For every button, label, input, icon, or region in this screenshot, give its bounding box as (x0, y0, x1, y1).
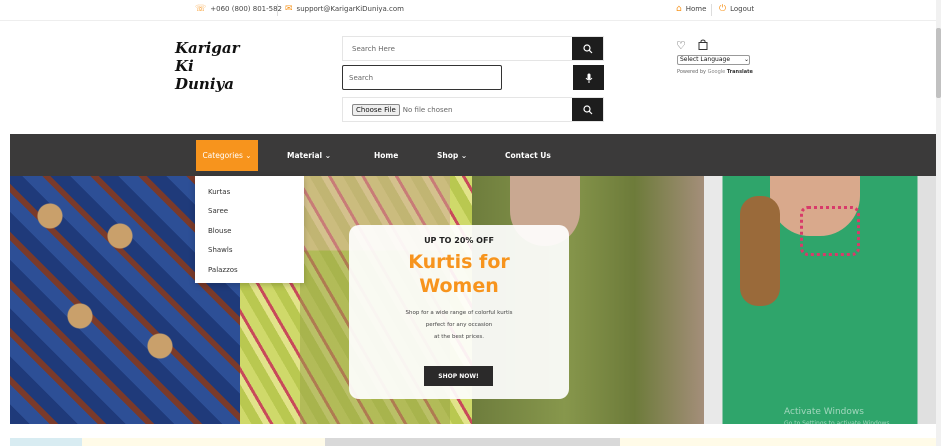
chevron-down-icon: ⌄ (460, 150, 468, 160)
image-search-button[interactable] (572, 98, 603, 121)
logout-link[interactable]: ⏻ Logout (719, 4, 754, 14)
hero-image-detail (740, 196, 780, 306)
hero-carousel[interactable]: UP TO 20% OFF Kurtis for Women Shop for … (10, 176, 936, 424)
dropdown-item-palazzos[interactable]: Palazzos (195, 260, 304, 280)
chevron-down-icon: ⌄ (245, 151, 252, 160)
choose-file-button[interactable]: Choose File (352, 103, 400, 116)
shop-now-button[interactable]: SHOP NOW! (424, 366, 493, 386)
next-section-card (325, 438, 620, 446)
voice-search-button[interactable] (573, 65, 604, 90)
search-input[interactable]: Search Here (343, 37, 572, 60)
email-address[interactable]: support@KarigarKiDuniya.com (297, 5, 404, 13)
headset-icon: ☏ (195, 4, 207, 14)
promo-desc-line: perfect for any occasion (425, 322, 493, 328)
dropdown-item-blouse[interactable]: Blouse (195, 221, 304, 241)
promo-title: Kurtis for Women (349, 250, 569, 298)
top-home-link[interactable]: ⌂ Home (676, 4, 706, 14)
watermark-line: Go to Settings to activate Windows. (784, 420, 892, 427)
nav-material[interactable]: Material ⌄ (287, 134, 331, 176)
home-icon: ⌂ (676, 4, 682, 14)
top-bar: ☏ +060 (800) 801-582 ✉ support@KarigarKi… (0, 0, 936, 21)
nav-categories[interactable]: Categories ⌄ (196, 140, 258, 171)
windows-activation-watermark: Activate Windows Go to Settings to activ… (784, 407, 891, 429)
text-search-bar: Search Here (342, 36, 604, 61)
email-contact[interactable]: ✉ support@KarigarKiDuniya.com (285, 4, 404, 14)
phone-number: +060 (800) 801-582 (210, 5, 283, 13)
promo-description: Shop for a wide range of colorful kurtis… (349, 307, 569, 343)
power-icon: ⏻ (719, 4, 727, 14)
chevron-down-icon: ⌄ (743, 56, 749, 63)
hero-image-detail (800, 206, 860, 256)
language-select-label: Select Language (680, 56, 731, 63)
scrollbar-thumb[interactable] (936, 28, 941, 98)
dropdown-item-kurtas[interactable]: Kurtas (195, 182, 304, 202)
voice-search-input[interactable]: Search (342, 65, 502, 90)
language-select[interactable]: Select Language ⌄ (677, 55, 750, 65)
file-status: No file chosen (402, 105, 453, 114)
promo-banner: UP TO 20% OFF Kurtis for Women Shop for … (349, 225, 569, 399)
nav-contact[interactable]: Contact Us (505, 134, 551, 176)
nav-shop[interactable]: Shop ⌄ (437, 134, 467, 176)
powered-by-text: Powered by (677, 69, 706, 75)
nav-categories-label: Categories (202, 151, 243, 160)
dropdown-item-shawls[interactable]: Shawls (195, 241, 304, 261)
phone-contact: ☏ +060 (800) 801-582 (195, 4, 282, 14)
wishlist-heart-icon[interactable]: ♡ (676, 39, 686, 53)
promo-desc-line: Shop for a wide range of colorful kurtis (405, 310, 513, 316)
divider (711, 4, 712, 16)
next-section-card (10, 438, 82, 446)
logo-line: Ki (175, 57, 194, 75)
nav-home-label: Home (374, 150, 399, 160)
mail-icon: ✉ (285, 4, 293, 14)
file-input[interactable]: Choose File No file chosen (343, 98, 572, 121)
search-button[interactable] (572, 37, 603, 60)
translate-link[interactable]: Translate (727, 69, 753, 75)
google-translate-credit: Powered by Google Translate (677, 69, 753, 75)
promo-title-line: Women (419, 275, 499, 297)
categories-dropdown: Kurtas Saree Blouse Shawls Palazzos (195, 176, 304, 283)
divider (277, 4, 278, 16)
search-icon (582, 43, 592, 53)
logo-line: Karigar (175, 39, 240, 57)
nav-home[interactable]: Home (374, 134, 398, 176)
nav-shop-label: Shop (437, 150, 459, 160)
promo-subtitle: UP TO 20% OFF (424, 236, 494, 245)
main-nav: Categories ⌄ Material ⌄ Home Shop ⌄ Cont… (10, 134, 936, 176)
google-logo-text: Google (707, 69, 726, 75)
site-logo[interactable]: Karigar Ki Duniya (175, 39, 239, 93)
nav-contact-label: Contact Us (505, 150, 551, 160)
microphone-icon (585, 73, 592, 83)
dropdown-item-saree[interactable]: Saree (195, 202, 304, 222)
watermark-line: Activate Windows (784, 407, 864, 417)
search-icon (582, 104, 592, 114)
voice-search-bar: Search (342, 65, 604, 90)
top-home-label: Home (685, 5, 707, 13)
logout-label: Logout (730, 5, 755, 13)
promo-title-line: Kurtis for (408, 251, 510, 273)
nav-material-label: Material (287, 150, 323, 160)
shopping-bag-icon[interactable] (698, 39, 708, 53)
header-icons: ♡ (676, 39, 708, 53)
chevron-down-icon: ⌄ (324, 150, 332, 160)
image-search-bar: Choose File No file chosen (342, 97, 604, 122)
logo-line: Duniya (175, 75, 234, 93)
promo-desc-line: at the best prices. (434, 334, 484, 340)
